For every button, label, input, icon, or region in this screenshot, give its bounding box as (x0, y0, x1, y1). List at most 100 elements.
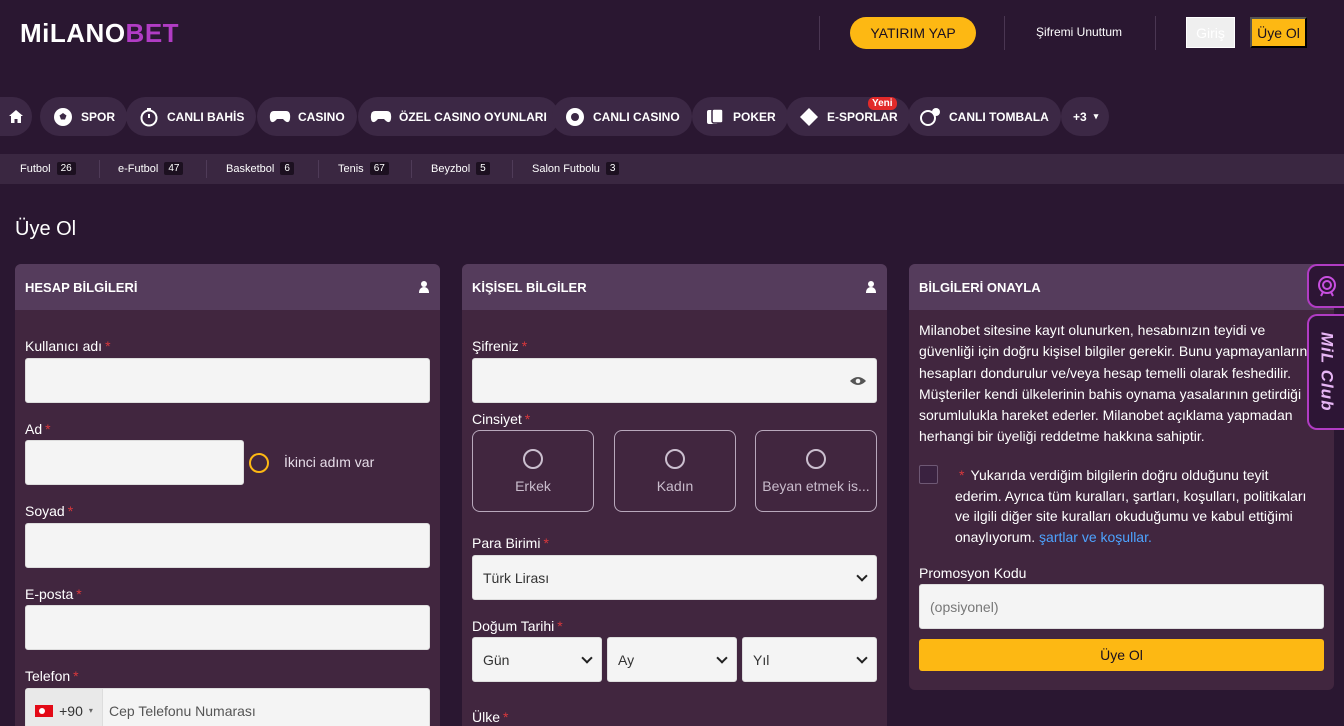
username-input[interactable] (25, 358, 430, 403)
chevron-down-icon (581, 651, 593, 664)
gender-option-female[interactable]: Kadın (614, 430, 736, 512)
currency-value: Türk Lirası (483, 569, 550, 586)
gender-option-unspecified[interactable]: Beyan etmek is... (755, 430, 877, 512)
count-badge: 6 (280, 162, 294, 175)
surname-label: Soyad * (25, 503, 74, 519)
country-label: Ülke * (472, 709, 509, 725)
register-button[interactable]: Üye Ol (1250, 17, 1307, 48)
subnav-item[interactable]: Tenis 67 (338, 162, 389, 175)
nav-label: E-SPORLAR (827, 109, 898, 124)
chevron-down-icon: ▾ (1093, 111, 1099, 121)
user-icon (865, 281, 877, 293)
surname-input[interactable] (25, 523, 430, 568)
divider (512, 160, 513, 178)
birth-month-value: Ay (618, 651, 635, 668)
page-title: Üye Ol (15, 218, 77, 240)
divider (819, 16, 820, 50)
reward-widget[interactable] (1307, 264, 1344, 308)
nav-label: POKER (733, 109, 776, 124)
nav-item-casino[interactable]: CASINO (257, 97, 357, 136)
nav-item-ozel-casino[interactable]: ÖZEL CASINO OYUNLARI (358, 97, 559, 136)
nav-item-canli-tombala[interactable]: CANLI TOMBALA (908, 97, 1061, 136)
deposit-button[interactable]: YATIRIM YAP (850, 17, 976, 49)
new-badge: Yeni (868, 97, 897, 110)
second-step-text: İkinci adım var (284, 454, 375, 470)
nav-label: CASINO (298, 109, 345, 124)
username-label: Kullanıcı adı * (25, 338, 111, 354)
panel-title: HESAP BİLGİLERİ (25, 279, 138, 295)
subnav-item[interactable]: Salon Futbolu 3 (532, 162, 620, 175)
turkey-flag-icon (35, 704, 54, 717)
gender-option-male[interactable]: Erkek (472, 430, 594, 512)
name-label: Ad * (25, 421, 51, 437)
birth-day-select[interactable]: Gün (472, 637, 602, 682)
forgot-password-link[interactable]: Şifremi Unuttum (1036, 25, 1122, 39)
count-badge: 26 (56, 162, 76, 175)
radio-icon (806, 448, 826, 469)
birth-month-select[interactable]: Ay (607, 637, 737, 682)
email-input[interactable] (25, 605, 430, 650)
country-code-select[interactable]: +90 ▾ (26, 689, 103, 726)
panel-title: BİLGİLERİ ONAYLA (919, 279, 1041, 295)
divider (1004, 16, 1005, 50)
nav-item-spor[interactable]: SPOR (40, 97, 128, 136)
club-widget[interactable]: MiL Club (1307, 314, 1344, 430)
password-label: Şifreniz * (472, 338, 528, 354)
terms-link[interactable]: şartlar ve koşullar. (1039, 529, 1152, 545)
nav-more[interactable]: +3 ▾ (1061, 97, 1109, 136)
divider (206, 160, 207, 178)
birth-year-value: Yıl (753, 651, 770, 668)
nav-item-canli-bahis[interactable]: CANLI BAHİS (126, 97, 257, 136)
divider (318, 160, 319, 178)
phone-field[interactable]: +90 ▾ Cep Telefonu Numarası (25, 688, 430, 726)
gender-option-label: Beyan etmek is... (762, 477, 870, 494)
panel-header: KİŞİSEL BİLGİLER (462, 264, 887, 310)
promo-input[interactable]: (opsiyonel) (919, 584, 1324, 629)
gamepad-icon (370, 106, 392, 128)
account-panel: HESAP BİLGİLERİ (15, 264, 440, 726)
subnav-item[interactable]: Basketbol 6 (226, 162, 294, 175)
count-badge: 67 (369, 162, 389, 175)
nav-label: CANLI BAHİS (167, 109, 245, 124)
sport-subnav: Futbol 26 e-Futbol 47 Basketbol 6 Tenis 67 B… (0, 154, 1344, 184)
nav-home[interactable] (0, 97, 32, 136)
password-input[interactable] (472, 358, 877, 403)
currency-select[interactable]: Türk Lirası (472, 555, 877, 600)
chevron-down-icon (716, 651, 728, 664)
main-nav: SPOR CANLI BAHİS CASINO ÖZEL CASINO OYUN… (0, 92, 1344, 138)
email-label: E-posta * (25, 586, 82, 602)
currency-label: Para Birimi * (472, 535, 549, 551)
subnav-item[interactable]: Beyzbol 5 (431, 162, 490, 175)
eye-icon[interactable] (850, 376, 866, 386)
panel-header: HESAP BİLGİLERİ (15, 264, 440, 310)
subnav-label: Salon Futbolu (532, 162, 600, 175)
soccer-ball-icon (52, 106, 74, 128)
nav-label: CANLI CASINO (593, 109, 680, 124)
nav-item-poker[interactable]: POKER (692, 97, 788, 136)
radio-icon (523, 448, 543, 469)
divider (411, 160, 412, 178)
terms-checkbox[interactable] (919, 465, 938, 484)
count-badge: 5 (476, 162, 490, 175)
user-icon (418, 281, 430, 293)
nav-item-canli-casino[interactable]: CANLI CASINO (552, 97, 692, 136)
logo[interactable]: MiLANOBET (20, 18, 179, 49)
club-label: MiL Club (1317, 332, 1337, 412)
cards-icon (704, 106, 726, 128)
subnav-item[interactable]: e-Futbol 47 (118, 162, 184, 175)
stopwatch-icon (138, 106, 160, 128)
promo-label: Promosyon Kodu (919, 565, 1027, 581)
terms-text: * Yukarıda verdiğim bilgilerin doğru oldu… (955, 467, 1307, 545)
subnav-item[interactable]: Futbol 26 (20, 162, 76, 175)
chip-icon (564, 106, 586, 128)
birth-year-select[interactable]: Yıl (742, 637, 877, 682)
name-input[interactable] (25, 440, 244, 485)
register-submit-button[interactable]: Üye Ol (919, 639, 1324, 671)
subnav-label: Tenis (338, 162, 364, 175)
subnav-label: Futbol (20, 162, 51, 175)
esports-icon (798, 106, 820, 128)
phone-label: Telefon * (25, 668, 79, 684)
divider (99, 160, 100, 178)
count-badge: 47 (164, 162, 184, 175)
login-button[interactable]: Giriş (1186, 17, 1235, 48)
